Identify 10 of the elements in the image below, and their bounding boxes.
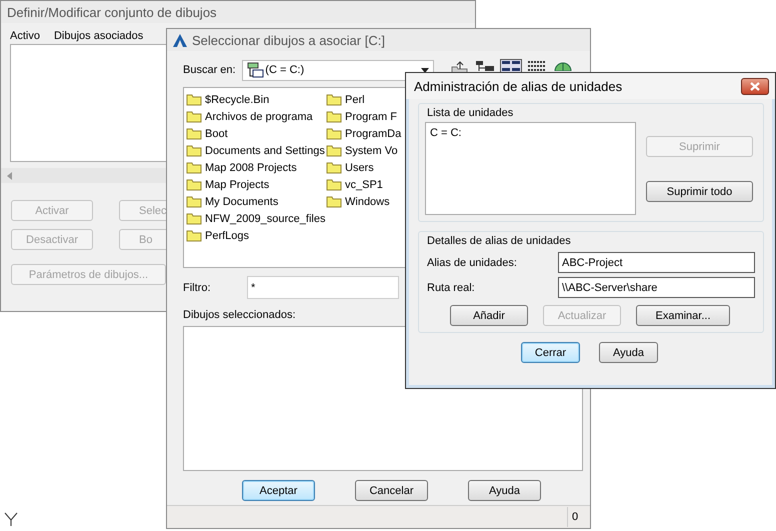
status-count: 0 — [567, 507, 590, 527]
group-label: Detalles de alias de unidades — [427, 234, 572, 249]
list-label: Dibujos seleccionados: — [183, 309, 296, 323]
window-title: Seleccionar dibujos a asociar [C:] — [192, 32, 385, 48]
group-label: Lista de unidades — [427, 106, 514, 121]
field-label: Buscar en: — [183, 64, 237, 76]
window-title: Definir/Modificar conjunto de dibujos — [1, 1, 475, 23]
field-label: Alias de unidades: — [426, 256, 518, 268]
field-label: Ruta real: — [426, 282, 476, 294]
field-label: Filtro: — [183, 282, 212, 294]
